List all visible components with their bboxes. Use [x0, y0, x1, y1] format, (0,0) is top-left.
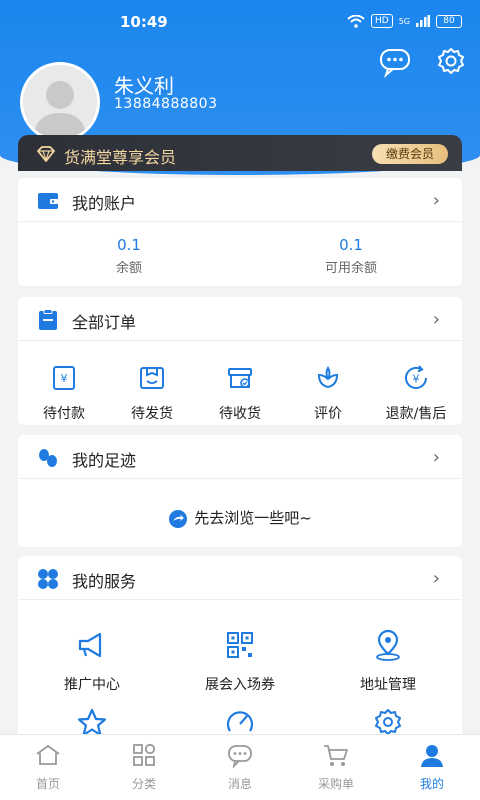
order-review[interactable]: 评价 [284, 363, 372, 423]
pending-payment-icon: ¥ [53, 366, 75, 390]
profile-icon [421, 745, 443, 767]
chevron-right-icon: › [432, 447, 440, 468]
order-label: 退款/售后 [385, 406, 447, 422]
category-icon [133, 743, 156, 766]
diamond-icon [36, 146, 56, 162]
chevron-right-icon: › [432, 568, 440, 589]
order-label: 待付款 [43, 406, 85, 422]
tab-label: 我的 [419, 777, 444, 791]
tab-label: 消息 [227, 777, 252, 791]
order-pending-payment[interactable]: ¥ 待付款 [20, 363, 108, 423]
message-bubble-icon[interactable] [378, 44, 412, 78]
order-label: 待发货 [131, 406, 173, 422]
orders-title: 全部订单 [72, 313, 137, 332]
service-address-management[interactable]: 地址管理 [314, 628, 462, 694]
wifi-icon [347, 14, 365, 28]
clipboard-icon [39, 309, 57, 330]
available-balance-item[interactable]: 0.1 可用余额 [240, 236, 462, 276]
tab-category[interactable]: 分类 [96, 741, 192, 792]
vip-label: 货满堂尊享会员 [64, 148, 177, 167]
service-exhibition-ticket[interactable]: 展会入场券 [166, 628, 314, 694]
pay-membership-button[interactable]: 缴费会员 [371, 144, 448, 164]
user-name: 朱义利 [114, 74, 174, 98]
services-header[interactable]: 我的服务 › [18, 556, 462, 600]
tab-home[interactable]: 首页 [0, 741, 96, 792]
available-balance-value: 0.1 [339, 236, 363, 254]
hd-badge: HD [371, 14, 393, 28]
user-phone: 13884888803 [114, 96, 218, 112]
settings-gear-icon[interactable] [434, 44, 468, 78]
forward-arrow-icon [169, 509, 188, 528]
qr-code-icon [227, 632, 253, 658]
balance-label: 余额 [115, 261, 142, 276]
signal-icon [416, 15, 430, 27]
svg-text:¥: ¥ [61, 372, 68, 385]
tab-label: 分类 [131, 777, 156, 791]
bottom-tab-bar: 首页 分类 消息 采购单 我的 [0, 734, 480, 800]
order-label: 待收货 [219, 406, 261, 422]
balance-value: 0.1 [117, 236, 141, 254]
tab-purchase-list[interactable]: 采购单 [288, 741, 384, 792]
browse-text: 先去浏览一些吧~ [194, 509, 312, 527]
order-refund[interactable]: ¥ 退款/售后 [372, 363, 460, 423]
services-card: 我的服务 › 推广中心 展会入场券 地址管理 [18, 556, 462, 756]
chevron-right-icon: › [432, 309, 440, 330]
tab-label: 首页 [35, 777, 60, 791]
pending-shipment-icon [140, 367, 164, 389]
services-title: 我的服务 [72, 572, 137, 591]
footprint-icon [39, 449, 57, 467]
pending-receipt-icon [228, 368, 252, 388]
service-promotion-center[interactable]: 推广中心 [18, 628, 166, 694]
order-label: 评价 [314, 406, 342, 422]
battery-icon: 80 [436, 14, 462, 28]
status-icons: HD 5G 80 [347, 14, 462, 28]
location-icon [376, 629, 400, 661]
footprint-title: 我的足迹 [72, 451, 137, 470]
megaphone-icon [78, 632, 102, 658]
orders-header[interactable]: 全部订单 › [18, 297, 462, 341]
available-balance-label: 可用余额 [324, 261, 377, 276]
services-grid-icon [38, 569, 58, 589]
order-pending-shipment[interactable]: 待发货 [108, 363, 196, 423]
vip-banner[interactable]: 货满堂尊享会员 缴费会员 [18, 135, 462, 171]
message-icon [228, 745, 252, 769]
wallet-icon [38, 193, 58, 209]
status-bar: 10:49 HD 5G 80 [0, 0, 480, 44]
svg-text:¥: ¥ [413, 373, 420, 386]
account-title: 我的账户 [72, 194, 137, 213]
signal-label: 5G [398, 16, 410, 26]
tab-profile[interactable]: 我的 [384, 741, 480, 792]
service-label: 推广中心 [64, 677, 120, 693]
service-label: 展会入场券 [205, 677, 275, 693]
chevron-right-icon: › [432, 190, 440, 211]
cart-icon [324, 745, 348, 766]
balance-item[interactable]: 0.1 余额 [18, 236, 240, 276]
browse-prompt[interactable]: 先去浏览一些吧~ [18, 507, 462, 529]
footprint-header[interactable]: 我的足迹 › [18, 435, 462, 479]
footprint-card: 我的足迹 › 先去浏览一些吧~ [18, 435, 462, 547]
home-icon [36, 744, 60, 765]
status-time: 10:49 [120, 13, 168, 31]
avatar-silhouette-icon [23, 65, 97, 139]
avatar[interactable] [20, 62, 100, 142]
review-icon [317, 366, 339, 389]
order-pending-receipt[interactable]: 待收货 [196, 363, 284, 423]
orders-card: 全部订单 › ¥ 待付款 待发货 待收货 评价 ¥ 退款/售后 [18, 297, 462, 425]
refund-icon: ¥ [405, 365, 427, 389]
account-card: 我的账户 › 0.1 余额 0.1 可用余额 [18, 178, 462, 286]
account-header[interactable]: 我的账户 › [18, 178, 462, 222]
tab-label: 采购单 [317, 777, 354, 791]
service-label: 地址管理 [360, 677, 416, 693]
tab-messages[interactable]: 消息 [192, 741, 288, 792]
